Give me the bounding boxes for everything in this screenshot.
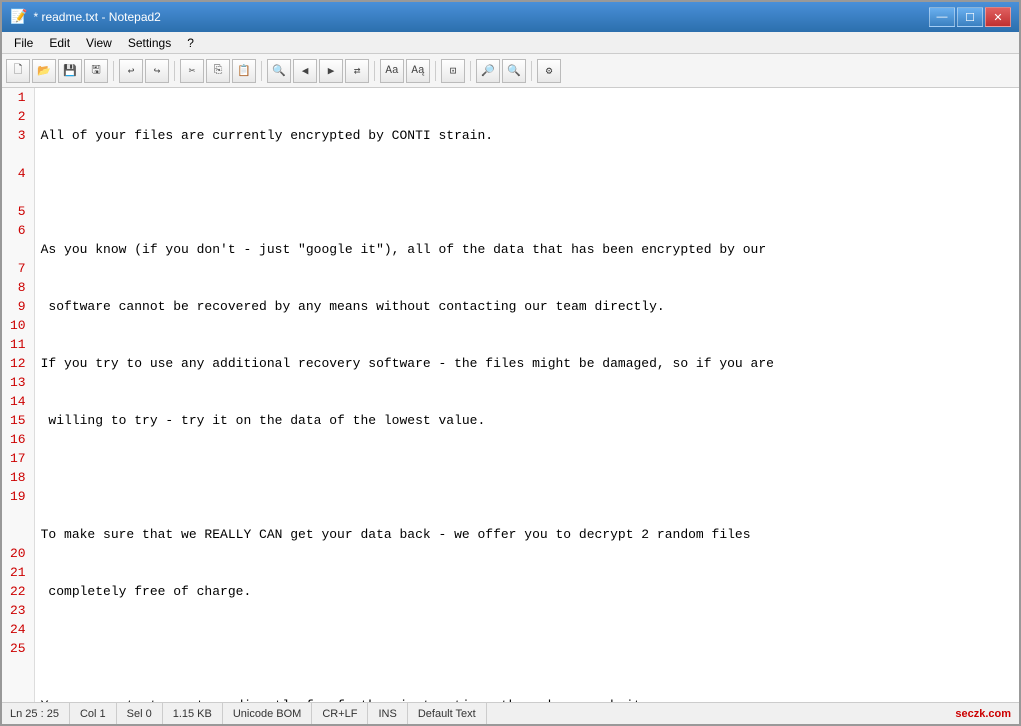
cut-button[interactable]: ✂ [180, 59, 204, 83]
menu-help[interactable]: ? [179, 34, 202, 52]
line-num-17: 17 [6, 449, 30, 468]
window-title: * readme.txt - Notepad2 [33, 10, 160, 24]
line-num-10: 10 [6, 316, 30, 335]
line-num-19c [6, 525, 30, 544]
status-lineending: CR+LF [312, 703, 368, 724]
line-num-23: 23 [6, 601, 30, 620]
line-num-11: 11 [6, 335, 30, 354]
title-bar: 📝 * readme.txt - Notepad2 — ☐ ✕ [2, 2, 1019, 32]
status-sel: Sel 0 [117, 703, 163, 724]
wordwrap-button[interactable]: ⊡ [441, 59, 465, 83]
line-num-5: 5 [6, 202, 30, 221]
text-line-3b: software cannot be recovered by any mean… [41, 297, 1013, 316]
line-num-14: 14 [6, 392, 30, 411]
minimize-button[interactable]: — [929, 7, 955, 27]
status-bar: Ln 25 : 25 Col 1 Sel 0 1.15 KB Unicode B… [2, 702, 1019, 724]
findnext-button[interactable]: ▶ [319, 59, 343, 83]
line-num-2: 2 [6, 107, 30, 126]
paste-button[interactable]: 📋 [232, 59, 256, 83]
saveas-button[interactable]: 🖫 [84, 59, 108, 83]
menu-bar: File Edit View Settings ? [2, 32, 1019, 54]
sep5 [435, 61, 436, 81]
sep2 [174, 61, 175, 81]
line-num-4: 4 [6, 164, 30, 183]
status-encoding: Unicode BOM [223, 703, 312, 724]
line-num-8: 8 [6, 278, 30, 297]
line-num-20: 20 [6, 544, 30, 563]
menu-edit[interactable]: Edit [41, 34, 78, 52]
line-num-24: 24 [6, 620, 30, 639]
toolbar: 🗋 📂 💾 🖫 ↩ ↪ ✂ ⎘ 📋 🔍 ◀ ▶ ⇄ Aa Aą ⊡ 🔎 🔍 ⚙ [2, 54, 1019, 88]
line-num-15: 15 [6, 411, 30, 430]
zoomin-button[interactable]: 🔎 [476, 59, 500, 83]
line-num-3b [6, 145, 30, 164]
sep3 [261, 61, 262, 81]
outdent-button[interactable]: Aą [406, 59, 430, 83]
line-num-7: 7 [6, 259, 30, 278]
line-num-1: 1 [6, 88, 30, 107]
line-num-6b [6, 240, 30, 259]
findprev-button[interactable]: ◀ [293, 59, 317, 83]
replace-button[interactable]: ⇄ [345, 59, 369, 83]
line-num-19: 19 [6, 487, 30, 506]
sep4 [374, 61, 375, 81]
menu-view[interactable]: View [78, 34, 120, 52]
line-num-22: 22 [6, 582, 30, 601]
text-line-5 [41, 468, 1013, 487]
status-watermark: seczk.com [955, 708, 1019, 720]
main-window: 📝 * readme.txt - Notepad2 — ☐ ✕ File Edi… [0, 0, 1021, 726]
settings-button[interactable]: ⚙ [537, 59, 561, 83]
line-numbers: 1 2 3 4 5 6 7 8 9 10 11 12 13 14 15 16 1… [2, 88, 35, 702]
text-line-2 [41, 183, 1013, 202]
sep6 [470, 61, 471, 81]
status-position: Ln 25 : 25 [2, 703, 70, 724]
line-num-9: 9 [6, 297, 30, 316]
new-button[interactable]: 🗋 [6, 59, 30, 83]
menu-settings[interactable]: Settings [120, 34, 179, 52]
text-line-7 [41, 639, 1013, 658]
line-num-6: 6 [6, 221, 30, 240]
status-mode: INS [368, 703, 407, 724]
find-button[interactable]: 🔍 [267, 59, 291, 83]
line-num-13: 13 [6, 373, 30, 392]
window-controls: — ☐ ✕ [929, 7, 1011, 27]
line-num-4b [6, 183, 30, 202]
line-num-16: 16 [6, 430, 30, 449]
line-num-21: 21 [6, 563, 30, 582]
sep7 [531, 61, 532, 81]
zoomout-button[interactable]: 🔍 [502, 59, 526, 83]
line-num-18: 18 [6, 468, 30, 487]
redo-button[interactable]: ↪ [145, 59, 169, 83]
close-button[interactable]: ✕ [985, 7, 1011, 27]
indent-button[interactable]: Aa [380, 59, 404, 83]
text-line-1: All of your files are currently encrypte… [41, 126, 1013, 145]
line-num-12: 12 [6, 354, 30, 373]
open-button[interactable]: 📂 [32, 59, 56, 83]
editor-area[interactable]: 1 2 3 4 5 6 7 8 9 10 11 12 13 14 15 16 1… [2, 88, 1019, 702]
text-line-4: If you try to use any additional recover… [41, 354, 1013, 373]
status-scheme: Default Text [408, 703, 487, 724]
line-num-3: 3 [6, 126, 30, 145]
status-col: Col 1 [70, 703, 117, 724]
menu-file[interactable]: File [6, 34, 41, 52]
text-line-4b: willing to try - try it on the data of t… [41, 411, 1013, 430]
line-num-25: 25 [6, 639, 30, 658]
status-filesize: 1.15 KB [163, 703, 223, 724]
text-line-6b: completely free of charge. [41, 582, 1013, 601]
copy-button[interactable]: ⎘ [206, 59, 230, 83]
line-num-19b [6, 506, 30, 525]
save-button[interactable]: 💾 [58, 59, 82, 83]
sep1 [113, 61, 114, 81]
text-content[interactable]: All of your files are currently encrypte… [35, 88, 1019, 702]
text-line-6: To make sure that we REALLY CAN get your… [41, 525, 1013, 544]
undo-button[interactable]: ↩ [119, 59, 143, 83]
maximize-button[interactable]: ☐ [957, 7, 983, 27]
text-line-3: As you know (if you don't - just "google… [41, 240, 1013, 259]
